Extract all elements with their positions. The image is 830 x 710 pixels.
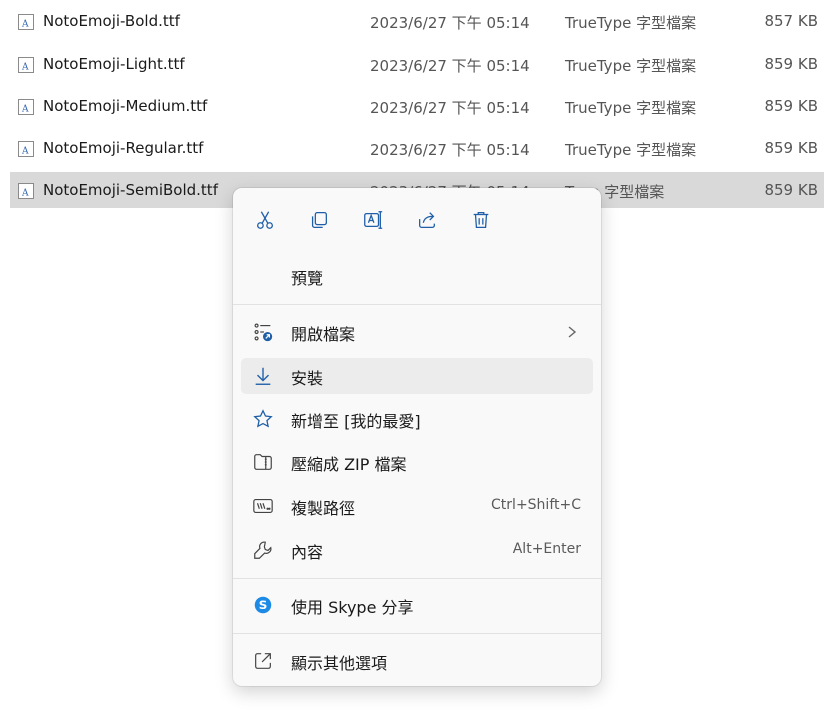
menu-item-label: 壓縮成 ZIP 檔案: [291, 455, 407, 474]
menu-item-label: 複製路徑: [291, 499, 356, 518]
svg-text:A: A: [21, 63, 29, 73]
file-row[interactable]: A NotoEmoji-Regular.ttf 2023/6/27 下午 05:…: [10, 130, 824, 166]
star-icon: [253, 409, 273, 428]
menu-separator: [233, 304, 601, 305]
menu-item-label: 新增至 [我的最愛]: [291, 412, 421, 431]
file-name: NotoEmoji-Medium.ttf: [43, 97, 208, 115]
font-file-icon: A: [18, 57, 34, 73]
svg-text:A: A: [21, 105, 29, 115]
copy-button[interactable]: [301, 202, 337, 238]
svg-text:A: A: [21, 189, 29, 199]
delete-icon: [473, 212, 489, 228]
share-button[interactable]: [409, 202, 445, 238]
context-menu: 預覽 開啟檔案 安裝 新增至 [我的最愛] 壓縮成 ZIP 檔案 複製路徑 Ct…: [233, 188, 601, 686]
file-size: 859 KB: [764, 139, 818, 157]
rename-button[interactable]: [355, 202, 391, 238]
menu-item-more-options[interactable]: 顯示其他選項: [241, 643, 593, 679]
menu-item-skype-share[interactable]: S 使用 Skype 分享: [241, 587, 593, 623]
file-date: 2023/6/27 下午 05:14: [370, 57, 530, 75]
file-name: NotoEmoji-Regular.ttf: [43, 139, 204, 157]
menu-item-properties[interactable]: 內容 Alt+Enter: [241, 532, 593, 568]
font-file-icon: A: [18, 141, 34, 157]
file-name: NotoEmoji-Light.ttf: [43, 55, 185, 73]
menu-item-label: 顯示其他選項: [291, 654, 388, 673]
download-icon: [255, 367, 271, 385]
file-size: 859 KB: [764, 181, 818, 199]
file-name: NotoEmoji-Bold.ttf: [43, 12, 180, 30]
file-name: NotoEmoji-SemiBold.ttf: [43, 181, 218, 199]
file-type: TrueType 字型檔案: [565, 141, 697, 159]
file-size: 857 KB: [764, 12, 818, 30]
menu-separator: [233, 633, 601, 634]
open-with-icon: [254, 323, 273, 342]
menu-item-label: 內容: [291, 543, 324, 562]
menu-item-add-favorite[interactable]: 新增至 [我的最愛]: [241, 401, 593, 437]
menu-item-label: 開啟檔案: [291, 325, 356, 344]
menu-item-label: 安裝: [291, 369, 324, 388]
font-file-icon: A: [18, 183, 34, 199]
copy-path-icon: [253, 498, 273, 514]
share-icon: [419, 212, 435, 228]
shortcut-text: Alt+Enter: [512, 541, 581, 557]
svg-text:A: A: [21, 20, 29, 30]
context-toolbar: [233, 202, 601, 238]
copy-icon: [311, 212, 327, 228]
svg-text:S: S: [259, 598, 268, 612]
menu-item-install[interactable]: 安裝: [241, 358, 593, 394]
skype-icon: S: [254, 596, 272, 614]
file-date: 2023/6/27 下午 05:14: [370, 141, 530, 159]
file-date: 2023/6/27 下午 05:14: [370, 14, 530, 32]
file-size: 859 KB: [764, 55, 818, 73]
file-size: 859 KB: [764, 97, 818, 115]
file-type: TrueType 字型檔案: [565, 57, 697, 75]
cut-button[interactable]: [247, 202, 283, 238]
menu-separator: [233, 578, 601, 579]
svg-text:A: A: [21, 147, 29, 157]
delete-button[interactable]: [463, 202, 499, 238]
shortcut-text: Ctrl+Shift+C: [491, 497, 581, 513]
file-row[interactable]: A NotoEmoji-Bold.ttf 2023/6/27 下午 05:14 …: [10, 3, 824, 39]
menu-item-preview[interactable]: 預覽: [241, 258, 593, 294]
wrench-icon: [254, 541, 272, 559]
menu-item-compress-zip[interactable]: 壓縮成 ZIP 檔案: [241, 444, 593, 480]
zip-folder-icon: [254, 454, 272, 470]
file-row[interactable]: A NotoEmoji-Light.ttf 2023/6/27 下午 05:14…: [10, 46, 824, 82]
file-type: TrueType 字型檔案: [565, 99, 697, 117]
rename-icon: [364, 211, 383, 229]
chevron-right-icon: [568, 326, 577, 338]
font-file-icon: A: [18, 99, 34, 115]
menu-item-label: 預覽: [291, 269, 324, 288]
file-row[interactable]: A NotoEmoji-Medium.ttf 2023/6/27 下午 05:1…: [10, 88, 824, 124]
file-date: 2023/6/27 下午 05:14: [370, 99, 530, 117]
cut-icon: [257, 211, 273, 229]
open-new-window-icon: [255, 653, 271, 669]
menu-item-copy-path[interactable]: 複製路徑 Ctrl+Shift+C: [241, 488, 593, 524]
file-type: TrueType 字型檔案: [565, 14, 697, 32]
font-file-icon: A: [18, 14, 34, 30]
menu-item-label: 使用 Skype 分享: [291, 598, 414, 617]
menu-item-open-file[interactable]: 開啟檔案: [241, 314, 593, 350]
